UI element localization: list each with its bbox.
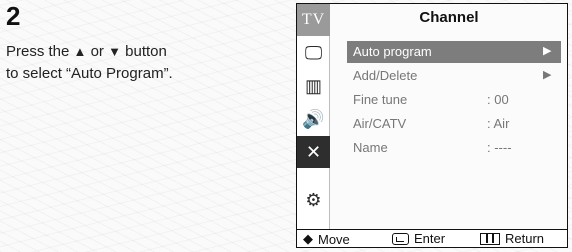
- up-arrow-icon: ▲: [73, 44, 87, 59]
- menu-item-value: : 00: [487, 92, 509, 107]
- menu-item-fine-tune[interactable]: Fine tune : 00: [347, 89, 561, 111]
- footer-move: ◆ Move: [303, 231, 350, 247]
- footer-return: Return: [480, 231, 544, 246]
- menu-item-label: Add/Delete: [353, 68, 418, 83]
- osd-menu-panel: TV 🖵 ▥ 🔊 ✕ ⚙ Channel Auto program ▶ Add/…: [296, 3, 568, 248]
- channel-icon[interactable]: ▥: [297, 70, 330, 102]
- footer-enter: Enter: [392, 231, 445, 246]
- footer-return-label: Return: [505, 231, 545, 246]
- instruction-prefix: Press the: [6, 43, 74, 60]
- footer-move-label: Move: [318, 231, 350, 247]
- menu-item-name[interactable]: Name : ----: [347, 137, 561, 159]
- input-icon[interactable]: ⚙: [297, 184, 330, 216]
- step-number: 2: [6, 1, 21, 31]
- menu-item-air-catv[interactable]: Air/CATV : Air: [347, 113, 561, 135]
- move-icon: ◆: [303, 231, 313, 246]
- osd-footer: ◆ Move Enter Return: [297, 229, 567, 247]
- menu-item-label: Air/CATV: [353, 116, 407, 131]
- osd-sidebar: TV 🖵 ▥ 🔊 ✕ ⚙: [297, 4, 330, 229]
- chevron-right-icon: ▶: [543, 45, 552, 57]
- menu-item-value: : Air: [487, 116, 510, 131]
- chevron-right-icon: ▶: [543, 69, 552, 81]
- setup-icon[interactable]: ✕: [297, 136, 330, 168]
- menu-item-add-delete[interactable]: Add/Delete ▶: [347, 65, 561, 87]
- menu-item-label: Name: [353, 140, 388, 155]
- menu-item-auto-program[interactable]: Auto program ▶: [347, 41, 561, 63]
- instruction-suffix: button: [120, 43, 167, 60]
- instruction-mid: or: [86, 43, 109, 60]
- menu-item-label: Fine tune: [353, 92, 408, 107]
- instruction-text: Press the ▲ or ▼ button to select “Auto …: [6, 41, 276, 85]
- down-arrow-icon: ▼: [108, 44, 121, 59]
- menu-item-value: : ----: [487, 140, 512, 155]
- tv-icon[interactable]: TV: [297, 4, 330, 36]
- menu-item-label: Auto program: [353, 44, 432, 59]
- enter-icon: [392, 232, 409, 245]
- menu-title: Channel: [419, 9, 479, 26]
- sound-icon[interactable]: 🔊: [297, 103, 330, 135]
- picture-icon[interactable]: 🖵: [297, 37, 330, 69]
- instruction-line2: to select “Auto Program”.: [6, 65, 173, 82]
- footer-enter-label: Enter: [414, 231, 446, 246]
- return-icon: [480, 232, 500, 245]
